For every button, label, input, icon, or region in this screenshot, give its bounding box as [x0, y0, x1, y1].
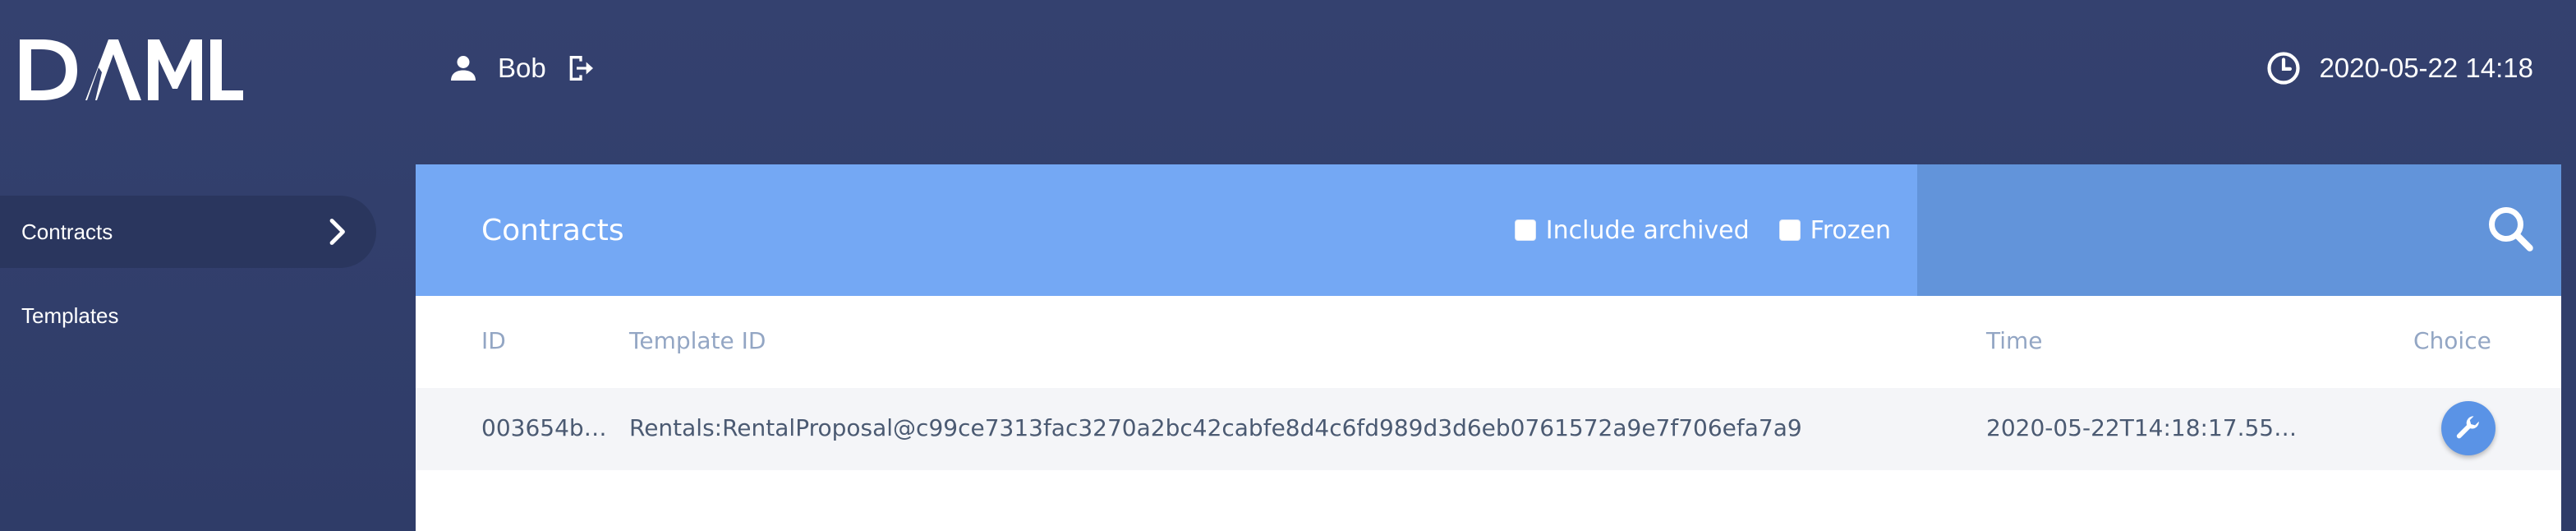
cell-time: 2020-05-22T14:18:17.55… — [1986, 414, 2298, 441]
sidebar-item-label: Templates — [21, 302, 119, 328]
logout-icon[interactable] — [564, 52, 597, 85]
page-title: Contracts — [481, 213, 624, 247]
column-header-template-id[interactable]: Template ID — [629, 327, 766, 354]
wrench-icon — [2456, 416, 2479, 439]
column-header-time[interactable]: Time — [1986, 327, 2043, 354]
panel-header: Contracts Include archived Frozen — [416, 164, 2561, 296]
table-row[interactable]: 003654b… Rentals:RentalProposal@c99ce731… — [416, 388, 2561, 470]
frozen-filter[interactable]: Frozen — [1778, 215, 1891, 245]
contracts-panel: Contracts Include archived Frozen ID Tem… — [416, 164, 2561, 531]
frozen-label: Frozen — [1810, 215, 1891, 245]
sidebar-item-templates[interactable]: Templates — [0, 279, 376, 352]
choice-button[interactable] — [2441, 401, 2496, 455]
user-menu: Bob — [447, 48, 597, 89]
search-area[interactable] — [1917, 164, 2561, 296]
chevron-right-icon — [329, 219, 345, 245]
column-header-id[interactable]: ID — [481, 327, 506, 354]
search-icon[interactable] — [2486, 204, 2535, 253]
table-header: ID Template ID Time Choice — [416, 296, 2561, 388]
sidebar: Contracts Templates — [0, 196, 378, 352]
include-archived-filter[interactable]: Include archived — [1514, 215, 1750, 245]
cell-template-id: Rentals:RentalProposal@c99ce7313fac3270a… — [629, 414, 1802, 441]
daml-logo — [20, 39, 243, 100]
include-archived-label: Include archived — [1545, 215, 1750, 245]
sidebar-item-contracts[interactable]: Contracts — [0, 196, 376, 268]
filters: Include archived Frozen — [1514, 164, 1891, 296]
frozen-checkbox[interactable] — [1778, 219, 1801, 241]
sidebar-item-label: Contracts — [21, 219, 113, 244]
clock-icon — [2267, 52, 2301, 85]
user-icon — [451, 56, 476, 81]
clock-time: 2020-05-22 14:18 — [2319, 53, 2533, 83]
column-header-choice: Choice — [2413, 327, 2491, 354]
cell-id: 003654b… — [481, 414, 607, 441]
clock: 2020-05-22 14:18 — [2266, 48, 2533, 89]
user-name: Bob — [498, 53, 546, 83]
include-archived-checkbox[interactable] — [1514, 219, 1536, 241]
